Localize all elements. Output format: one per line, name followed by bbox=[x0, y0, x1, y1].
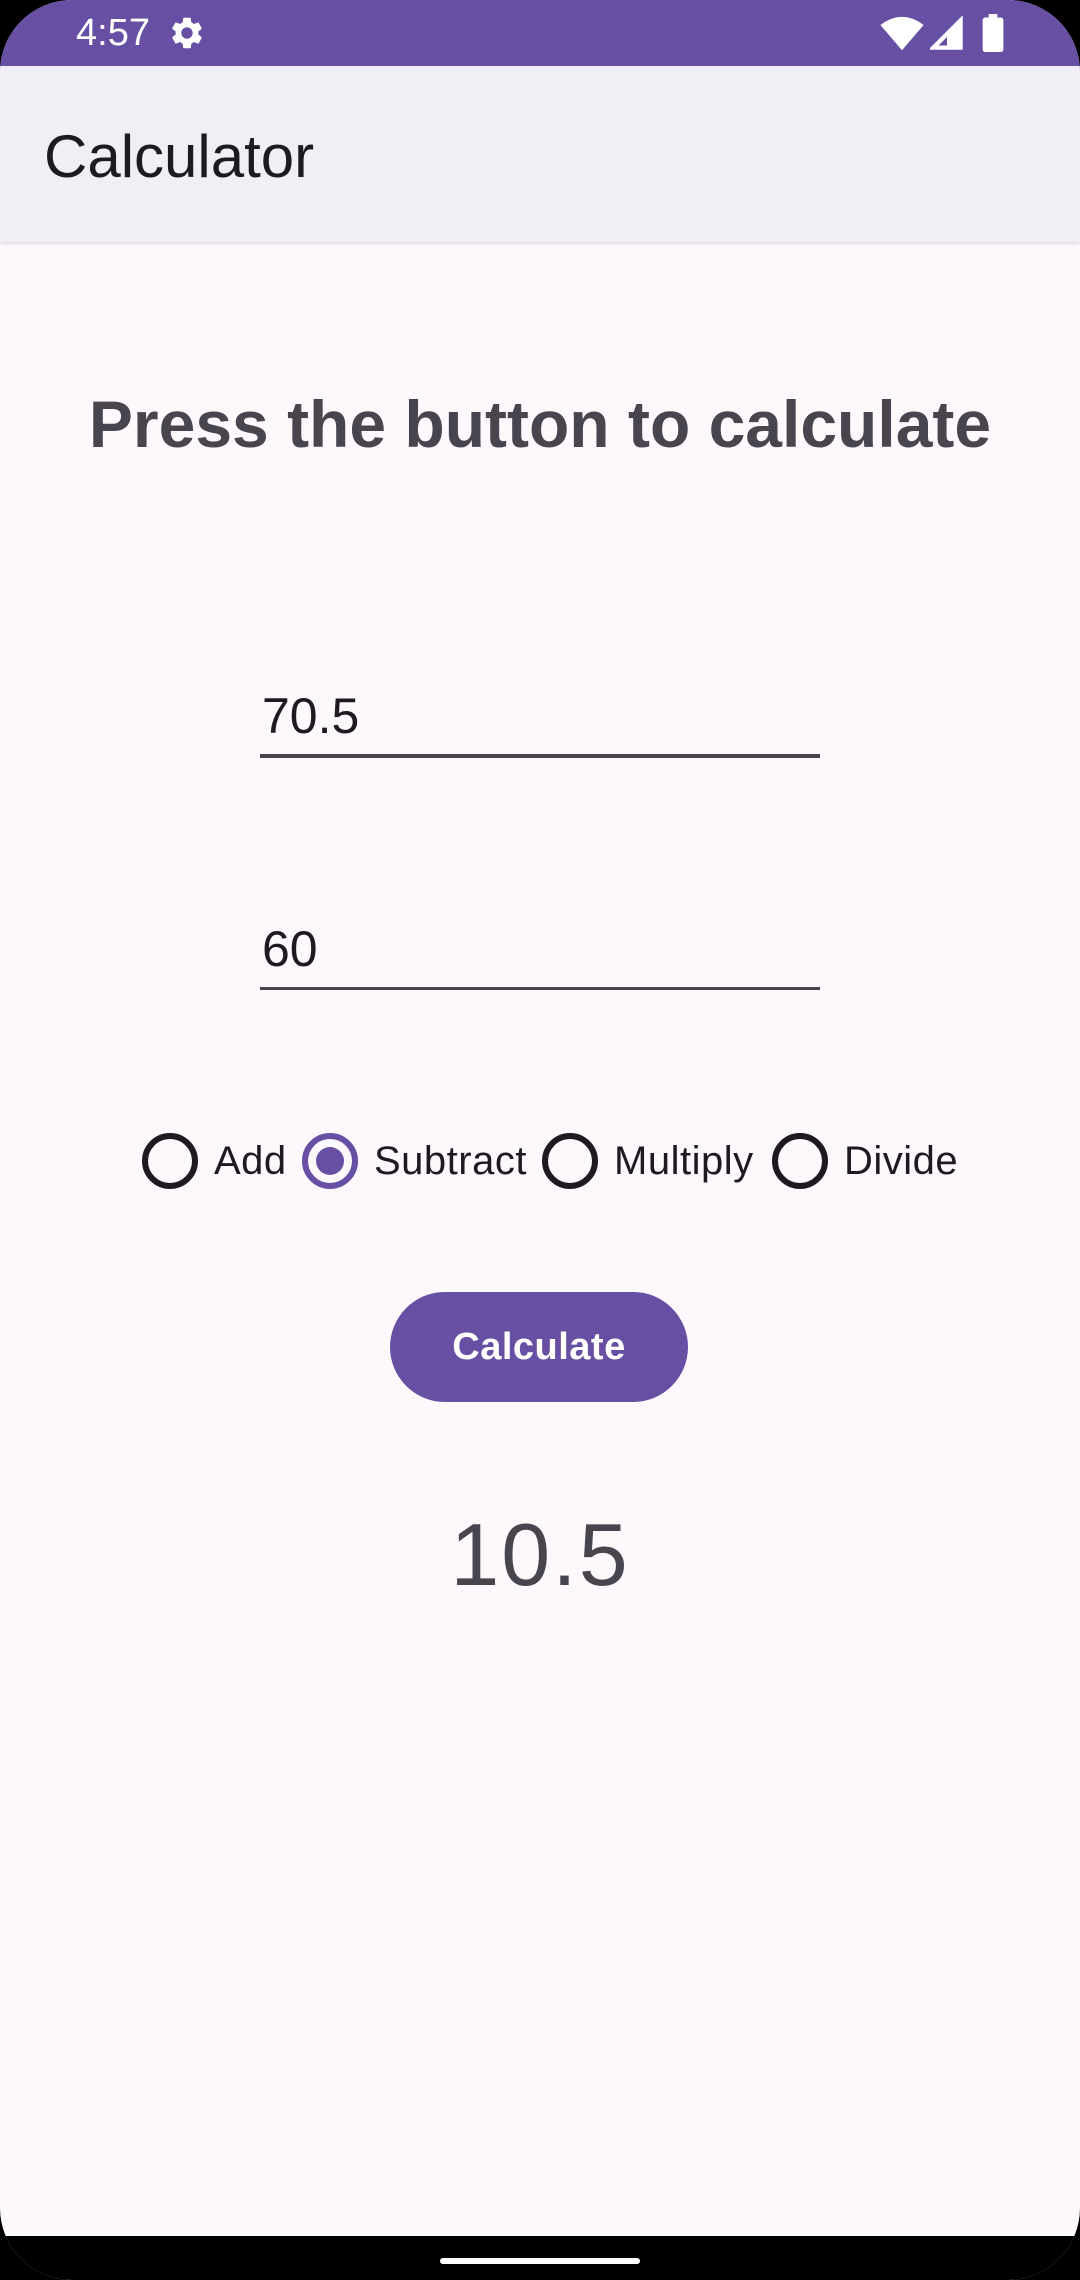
radio-button-icon[interactable] bbox=[142, 1133, 198, 1189]
instruction-heading: Press the button to calculate bbox=[88, 387, 992, 461]
radio-option-multiply[interactable]: Multiply bbox=[542, 1126, 754, 1196]
radio-option-divide[interactable]: Divide bbox=[772, 1126, 958, 1196]
home-gesture-handle[interactable] bbox=[440, 2258, 640, 2264]
radio-label-multiply: Multiply bbox=[614, 1138, 754, 1183]
first-number-input[interactable] bbox=[260, 678, 820, 758]
calculate-button[interactable]: Calculate bbox=[390, 1292, 688, 1402]
status-time: 4:57 bbox=[76, 12, 150, 54]
operation-radio-group: Add Subtract Multiply Divide bbox=[0, 1126, 1080, 1196]
radio-option-add[interactable]: Add bbox=[142, 1126, 287, 1196]
radio-button-icon[interactable] bbox=[772, 1133, 828, 1189]
gear-icon bbox=[172, 17, 202, 49]
signal-icon bbox=[930, 16, 963, 50]
app-title: Calculator bbox=[44, 123, 315, 190]
wifi-icon bbox=[880, 16, 924, 51]
result-text: 10.5 bbox=[450, 1505, 630, 1604]
screen: 4:57 Calculator Press the button to calc… bbox=[0, 0, 1080, 2280]
navigation-bar bbox=[0, 2236, 1080, 2280]
radio-button-icon[interactable] bbox=[542, 1133, 598, 1189]
status-bar: 4:57 bbox=[0, 0, 1080, 66]
radio-option-subtract[interactable]: Subtract bbox=[302, 1126, 527, 1196]
battery-icon bbox=[982, 14, 1004, 52]
app-bar: Calculator bbox=[0, 66, 1080, 242]
radio-label-subtract: Subtract bbox=[374, 1138, 527, 1183]
radio-label-divide: Divide bbox=[844, 1138, 959, 1183]
radio-label-add: Add bbox=[214, 1138, 287, 1183]
radio-button-checked-icon[interactable] bbox=[302, 1133, 358, 1189]
second-number-input[interactable] bbox=[260, 910, 820, 990]
